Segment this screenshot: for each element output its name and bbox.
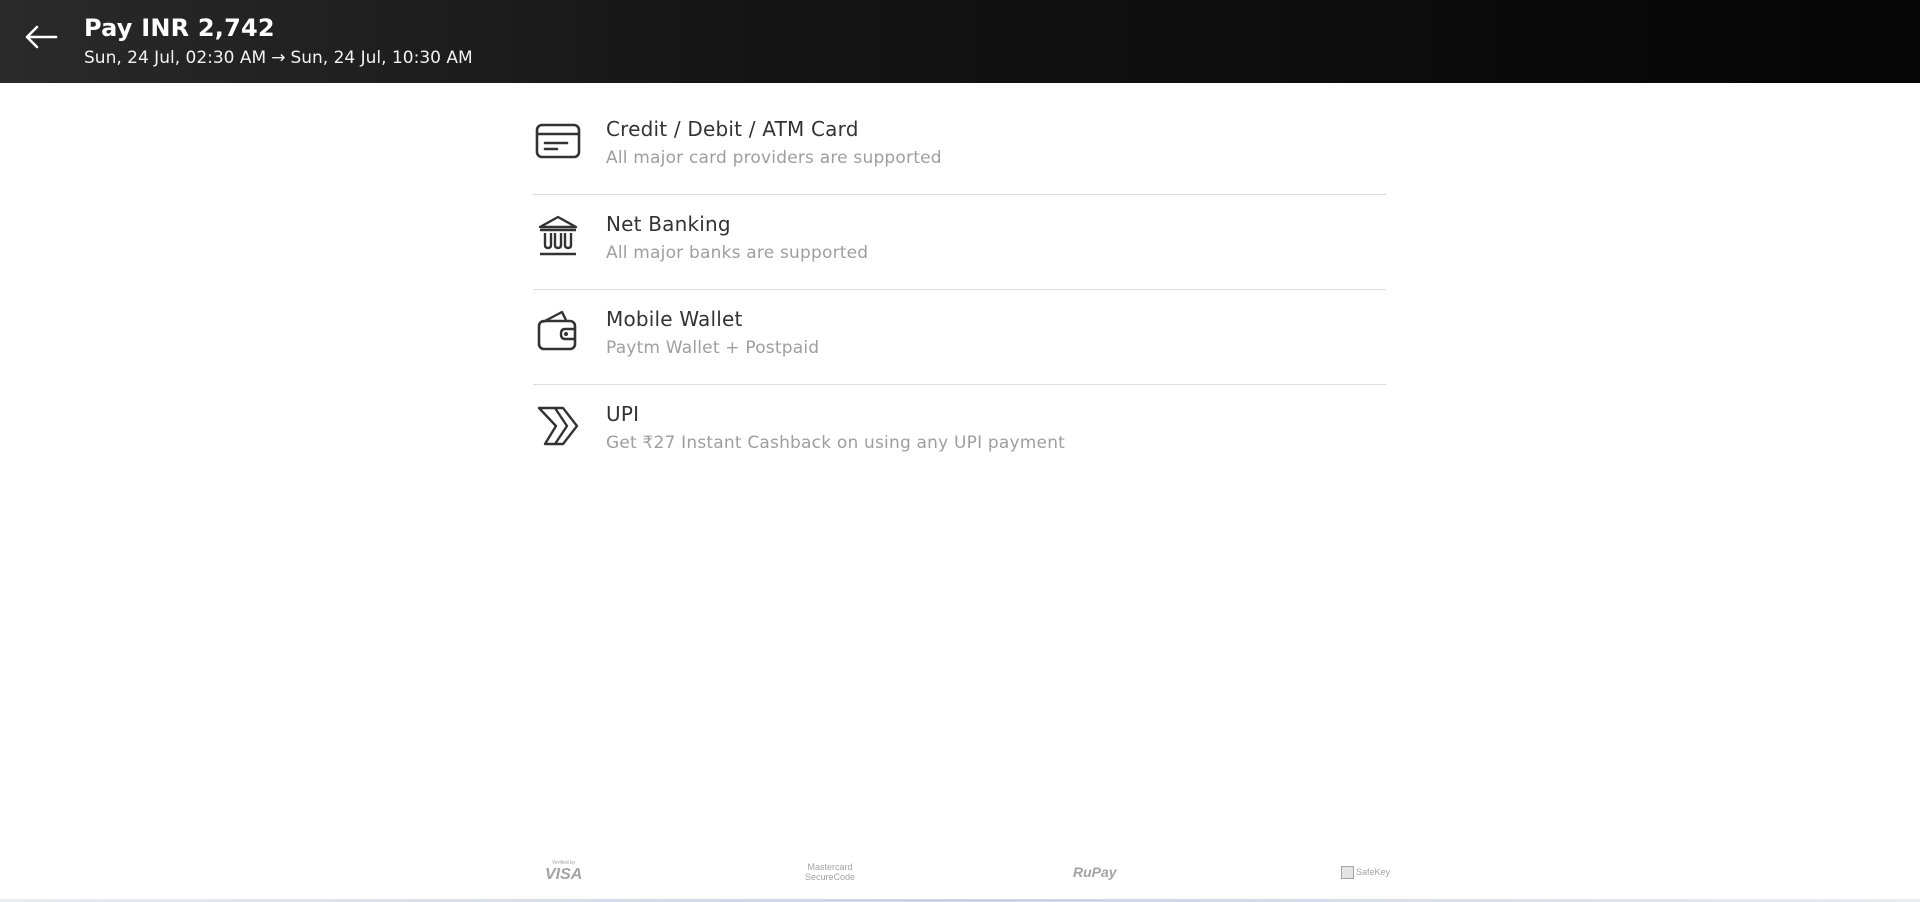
method-title: Net Banking xyxy=(606,212,731,236)
method-subtitle: All major banks are supported xyxy=(606,243,869,263)
rupay-logo: RuPay xyxy=(1073,864,1117,880)
header-bar: Pay INR 2,742 Sun, 24 Jul, 02:30 AM → Su… xyxy=(0,0,1920,83)
payment-method-wallet[interactable]: Mobile Wallet Paytm Wallet + Postpaid xyxy=(533,290,1386,385)
method-subtitle: All major card providers are supported xyxy=(606,148,942,168)
page-title: Pay INR 2,742 xyxy=(84,14,275,42)
trip-time-range: Sun, 24 Jul, 02:30 AM → Sun, 24 Jul, 10:… xyxy=(84,48,473,68)
mastercard-securecode-logo: Mastercard SecureCode xyxy=(805,862,856,882)
arrow-left-icon xyxy=(25,25,58,49)
safekey-icon xyxy=(1341,865,1354,879)
depart-time: Sun, 24 Jul, 02:30 AM xyxy=(84,48,267,68)
bank-icon xyxy=(533,211,583,261)
upi-icon xyxy=(533,401,583,451)
security-logos: Verified by VISA Mastercard SecureCode R… xyxy=(533,858,1393,886)
card-icon xyxy=(533,116,583,166)
method-title: UPI xyxy=(606,402,640,426)
method-title: Credit / Debit / ATM Card xyxy=(606,117,859,141)
payment-method-upi[interactable]: UPI Get ₹27 Instant Cashback on using an… xyxy=(533,385,1386,480)
arrow-right-icon: → xyxy=(271,48,286,68)
back-button[interactable] xyxy=(22,22,60,52)
wallet-icon xyxy=(533,306,583,356)
payment-method-netbanking[interactable]: Net Banking All major banks are supporte… xyxy=(533,195,1386,290)
arrive-time: Sun, 24 Jul, 10:30 AM xyxy=(290,48,473,68)
method-subtitle: Paytm Wallet + Postpaid xyxy=(606,338,820,358)
payment-method-card[interactable]: Credit / Debit / ATM Card All major card… xyxy=(533,100,1386,195)
safekey-logo: SafeKey xyxy=(1341,858,1390,886)
payment-methods-list: Credit / Debit / ATM Card All major card… xyxy=(533,100,1386,480)
method-title: Mobile Wallet xyxy=(606,307,743,331)
method-subtitle: Get ₹27 Instant Cashback on using any UP… xyxy=(606,433,1066,453)
visa-logo: Verified by VISA xyxy=(545,860,583,883)
